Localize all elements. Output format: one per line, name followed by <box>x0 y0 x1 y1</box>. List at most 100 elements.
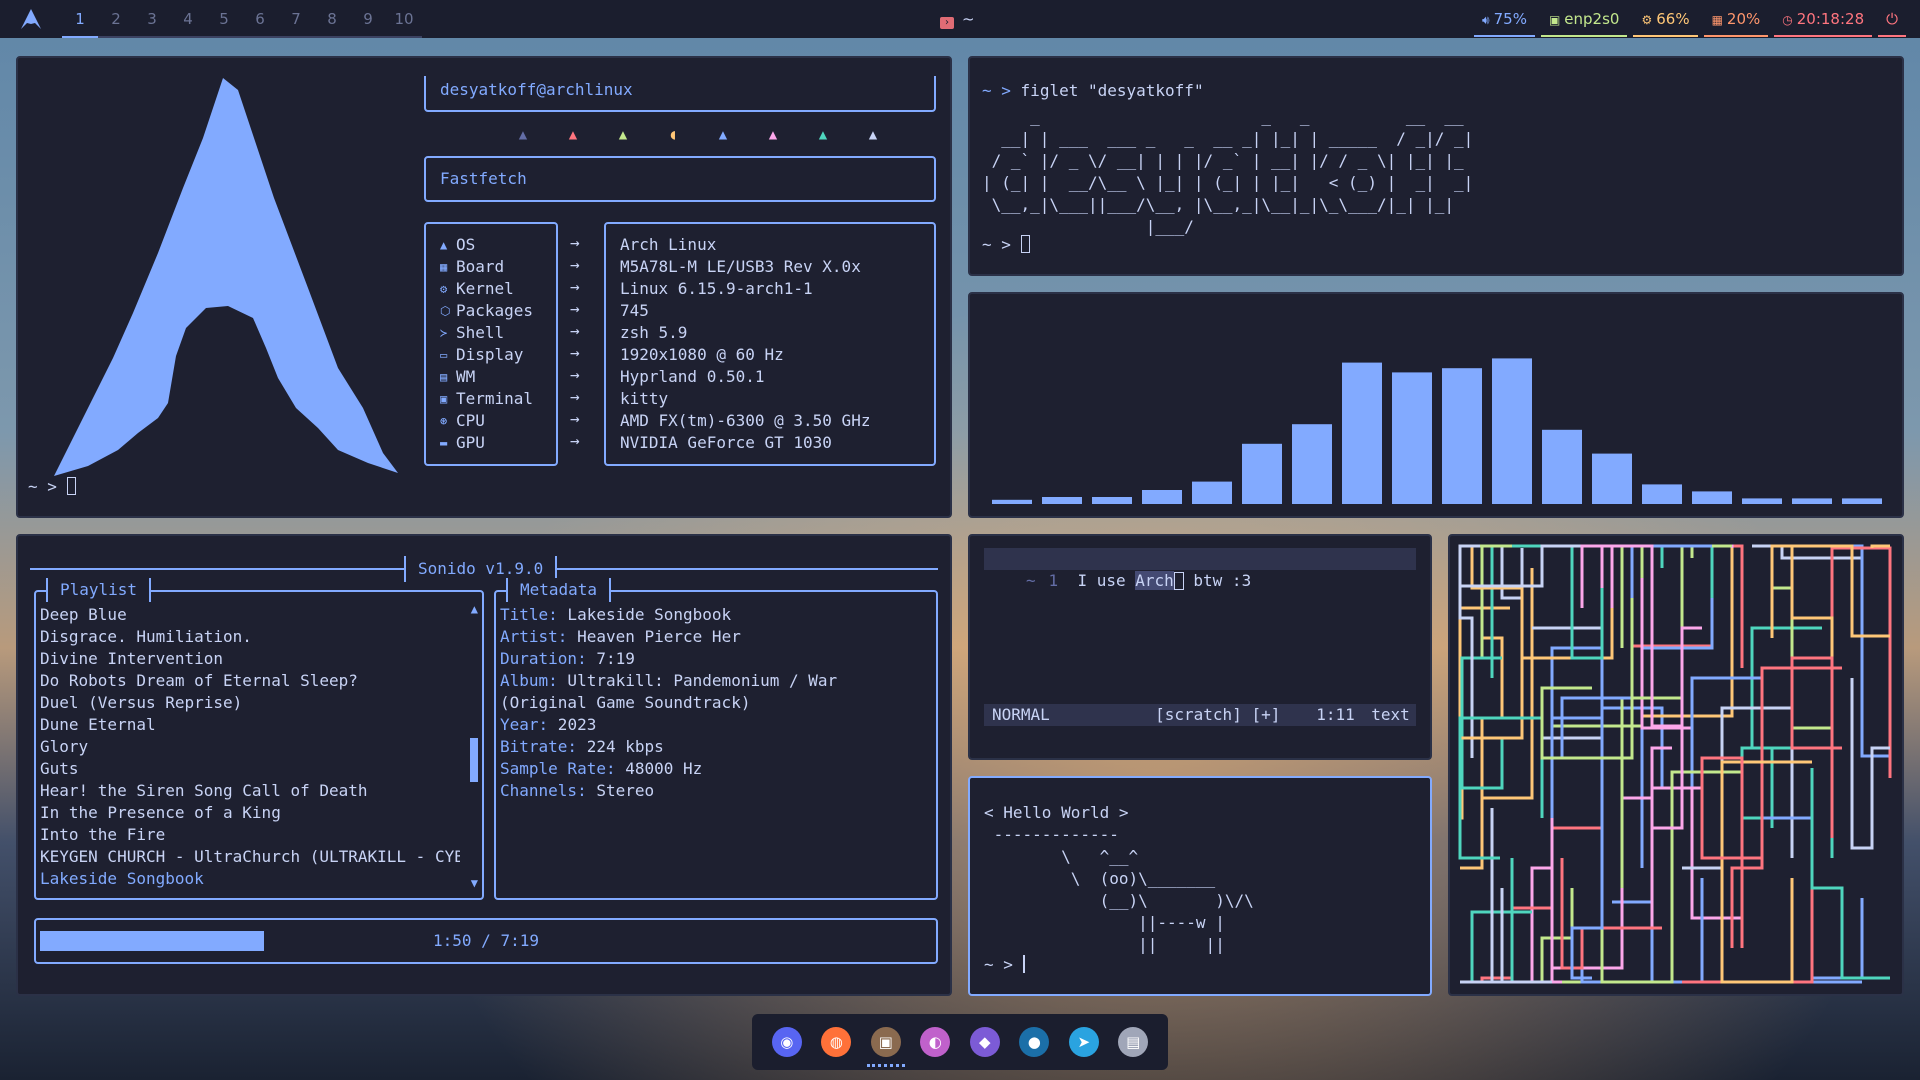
memory-icon: ▦ <box>1711 13 1723 27</box>
ghost-icon: ▲ <box>568 127 578 143</box>
discord-icon[interactable]: ◉ <box>771 1027 802 1057</box>
figlet-art: _ _ _ __ __ __| | ___ ___ _ _ __ _| |_| … <box>982 107 1474 236</box>
fastfetch-terminal[interactable]: ~ > desyatkoff@archlinux ▲ ▲ ▲ ◖ ▲ ▲ ▲ ▲ Fastfe… <box>16 56 952 518</box>
workspace-10[interactable]: 10 <box>386 0 422 38</box>
figlet-terminal[interactable]: ~ > figlet "desyatkoff" _ _ _ __ __ __| … <box>968 56 1904 276</box>
arrow-icon: → <box>570 299 580 318</box>
metadata-row: Duration: 7:19 <box>500 649 635 668</box>
info-label: ▲ OS <box>440 235 476 254</box>
playlist-item[interactable]: Do Robots Dream of Eternal Sleep? <box>40 670 460 692</box>
info-label: ⬡ Packages <box>440 301 534 320</box>
pipe-segment <box>1642 544 1734 728</box>
playlist-item[interactable]: Dune Eternal <box>40 714 460 736</box>
metadata-row: Year: 2023 <box>500 715 597 734</box>
workspace-5[interactable]: 5 <box>206 0 242 38</box>
info-label: ▭ Display <box>440 345 524 364</box>
playlist-item[interactable]: KEYGEN CHURCH - UltraChurch (ULTRAKILL -… <box>40 846 460 868</box>
info-labels-box: ▲ OS ▦ Board ⚙ Kernel ⬡ Packages ≻ Shell ▭ Display ▤… <box>424 222 558 466</box>
arch-ascii-logo <box>54 78 398 476</box>
visualizer-bar <box>1492 358 1532 504</box>
progress-box[interactable]: 1:50 / 7:19 <box>34 918 938 964</box>
playlist-panel[interactable]: Playlist Deep Blue Disgrace. Humiliation.… <box>34 578 484 900</box>
playlist-item[interactable]: Disgrace. Humiliation. <box>40 626 460 648</box>
playlist-scrollbar[interactable] <box>470 738 478 782</box>
cpu-indicator[interactable]: ⚙ 66% <box>1633 1 1698 37</box>
scroll-up-arrow[interactable]: ▲ <box>471 602 478 616</box>
pipe-segment <box>1790 656 1842 838</box>
pipe-segment <box>1510 826 1602 910</box>
kitty-icon[interactable]: ▣ <box>866 1027 905 1067</box>
ghost-icon: ◖ <box>668 127 678 143</box>
color-picker-icon[interactable]: ◐ <box>920 1027 951 1057</box>
obsidian-icon[interactable]: ◆ <box>969 1027 1000 1057</box>
playlist-item[interactable]: Lakeside Songbook <box>40 868 460 890</box>
playlist-item[interactable]: Guts <box>40 758 460 780</box>
metadata-row: (Original Game Soundtrack) <box>500 693 751 712</box>
workspace-1[interactable]: 1 <box>62 0 98 38</box>
playlist-item[interactable]: Duel (Versus Reprise) <box>40 692 460 714</box>
clock-icon: ◷ <box>1782 13 1793 27</box>
top-bar: 1 2 3 4 5 6 7 8 9 10 › ~ 🔊︎ 75% ▣ enp2s0 ⚙ 66% ▦ 20% ◷… <box>0 0 1920 38</box>
firefox-icon[interactable]: ◍ <box>821 1027 852 1057</box>
playlist-item[interactable]: Hear! the Siren Song Call of Death <box>40 780 460 802</box>
info-value: zsh 5.9 <box>620 323 688 342</box>
info-value: M5A78L-M LE/USB3 Rev X.0x <box>620 257 861 276</box>
scroll-down-arrow[interactable]: ▼ <box>471 876 478 890</box>
telegram-icon[interactable]: ➤ <box>1068 1027 1099 1057</box>
playlist-item[interactable]: Divine Intervention <box>40 648 460 670</box>
info-label: ≻ Shell <box>440 323 505 342</box>
pipe-segment <box>1540 598 1634 760</box>
info-arrows: → → → → → → → → → → <box>570 232 580 452</box>
steam-icon[interactable]: ● <box>1019 1027 1050 1057</box>
workspace-6[interactable]: 6 <box>242 0 278 38</box>
workspace-9[interactable]: 9 <box>350 0 386 38</box>
clock[interactable]: ◷ 20:18:28 <box>1774 1 1873 37</box>
playlist-item[interactable]: Deep Blue <box>40 604 460 626</box>
visualizer-bar <box>1342 362 1382 504</box>
visualizer-bar <box>1142 490 1182 504</box>
editor-line-1[interactable]: 1 I use Arch btw :3 <box>984 548 1251 590</box>
info-label: ▬ GPU <box>440 433 485 452</box>
info-value: Arch Linux <box>620 235 717 254</box>
arrow-icon: → <box>570 233 580 252</box>
playlist-item[interactable]: In the Presence of a King <box>40 802 460 824</box>
volume-indicator[interactable]: 🔊︎ 75% <box>1474 1 1535 37</box>
network-indicator[interactable]: ▣ enp2s0 <box>1540 1 1628 37</box>
ghost-icon: ▲ <box>718 127 728 143</box>
pipe-segment <box>1512 544 1604 698</box>
visualizer-bar <box>1042 497 1082 504</box>
cowsay-terminal[interactable]: < Hello World > ------------- \ ^__^ \ (… <box>968 776 1432 996</box>
visualizer-bars <box>992 358 1882 504</box>
workspace-8[interactable]: 8 <box>314 0 350 38</box>
helix-editor[interactable]: 1 I use Arch btw :3 ~ NORMAL [scratch] [… <box>968 534 1432 760</box>
memory-indicator[interactable]: ▦ 20% <box>1703 1 1769 37</box>
playlist-title: Playlist <box>46 578 152 602</box>
window-title-text: ~ <box>962 10 975 28</box>
gear-icon: ⚙ <box>440 282 448 296</box>
visualizer-bar <box>992 499 1032 504</box>
arrow-icon: → <box>570 321 580 340</box>
metadata-panel: Metadata Title: Lakeside Songbook Artist:… <box>494 578 938 900</box>
visualizer-bar <box>1442 368 1482 504</box>
workspace-4[interactable]: 4 <box>170 0 206 38</box>
pipe-segment <box>1620 544 1732 648</box>
playlist-item[interactable]: Glory <box>40 736 460 758</box>
info-label: ▦ Board <box>440 257 505 276</box>
window-icon: ▤ <box>440 370 448 384</box>
music-player-terminal[interactable]: Sonido v1.9.0 Playlist Deep Blue Disgrace… <box>16 534 952 996</box>
playlist-item[interactable]: Into the Fire <box>40 824 460 846</box>
power-button[interactable]: ⏻ <box>1878 1 1906 37</box>
workspace-7[interactable]: 7 <box>278 0 314 38</box>
visualizer-bar <box>1092 497 1132 504</box>
editor-mode: NORMAL <box>992 705 1050 724</box>
pipe-segment <box>1662 544 1732 598</box>
metadata-row: Title: Lakeside Songbook <box>500 605 732 624</box>
pipes-terminal[interactable] <box>1448 534 1904 996</box>
workspace-3[interactable]: 3 <box>134 0 170 38</box>
package-icon: ⬡ <box>440 304 451 318</box>
terminal-app-icon[interactable]: ▤ <box>1118 1027 1149 1057</box>
workspace-2[interactable]: 2 <box>98 0 134 38</box>
arch-logo-icon[interactable] <box>20 8 42 30</box>
info-label: ▤ WM <box>440 367 476 386</box>
metadata-row: Album: Ultrakill: Pandemonium / War <box>500 671 838 690</box>
